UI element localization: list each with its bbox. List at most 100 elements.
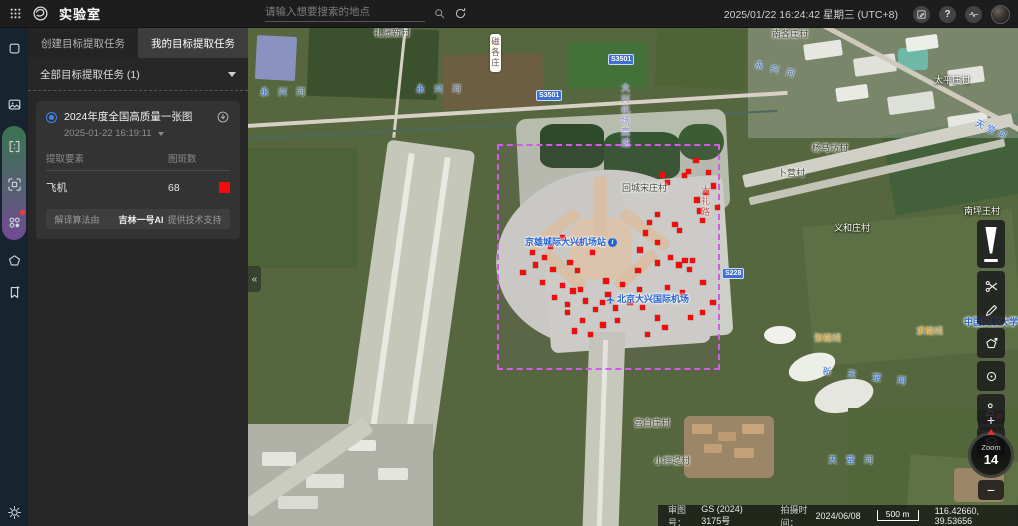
jilin1-logo-icon <box>103 214 114 225</box>
aircraft-detection-box <box>647 220 652 225</box>
sidebar-item-target-scan[interactable] <box>0 170 28 198</box>
aircraft-detection-box <box>700 218 705 223</box>
aircraft-detection-box <box>635 268 641 273</box>
terrain-patch <box>378 468 408 480</box>
refresh-icon[interactable] <box>454 7 467 20</box>
notification-badge <box>20 210 25 215</box>
aircraft-detection-box <box>687 267 692 272</box>
task-filter-label: 全部目标提取任务 (1) <box>40 67 140 82</box>
cursor-coordinates: 116.42660, 39.53656 <box>935 506 1008 526</box>
terrain-patch <box>704 444 722 453</box>
edit-note-icon <box>916 9 927 20</box>
search-input[interactable] <box>265 4 425 22</box>
aircraft-detection-box <box>533 262 538 268</box>
capture-time-value: 2024/06/08 <box>816 511 861 521</box>
task-filter-dropdown[interactable]: 全部目标提取任务 (1) <box>28 58 248 91</box>
aircraft-detection-box <box>665 285 670 290</box>
zoom-in-button[interactable]: + <box>978 410 1004 430</box>
aircraft-detection-box <box>677 228 682 233</box>
map-label: 张榆线 <box>814 334 841 343</box>
aircraft-detection-box <box>520 270 526 275</box>
target-scan-icon <box>7 177 22 192</box>
terrain-patch <box>654 28 747 90</box>
map-label: 北京大兴国际机场 <box>606 295 689 304</box>
swipe-wedge-icon <box>984 227 999 254</box>
terrain-patch <box>262 452 296 466</box>
app-logo-icon <box>32 5 49 22</box>
app-root: 实验室 2025/01/22 16:24:42 星期三 (UTC+8) ? 创建… <box>0 0 1018 526</box>
aircraft-detection-box <box>603 278 609 284</box>
aircraft-detection-box <box>668 255 673 260</box>
aircraft-detection-box <box>613 305 618 311</box>
apps-icon <box>7 41 22 56</box>
sidebar-item-gallery[interactable] <box>0 90 28 118</box>
app-grid-menu-icon[interactable] <box>9 7 22 20</box>
task-radio[interactable] <box>46 112 57 123</box>
satellite-map[interactable]: 礼贤新村南各庄村磁各庄S3501S3501S228永兴河永兴河永兴河大兴机场高速… <box>248 28 1018 526</box>
aircraft-detection-box <box>593 307 598 312</box>
aircraft-detection-box <box>565 310 570 315</box>
aircraft-detection-box <box>637 287 642 292</box>
aircraft-detection-box <box>688 315 693 320</box>
tab-create-task[interactable]: 创建目标提取任务 <box>28 28 138 58</box>
sidebar-item-bookmark-add[interactable] <box>0 278 28 306</box>
aircraft-detection-box <box>662 325 668 330</box>
map-label: 南坪王村 <box>964 207 1000 216</box>
user-avatar[interactable] <box>991 5 1010 24</box>
aircraft-detection-box <box>590 250 595 255</box>
aircraft-detection-box <box>710 300 716 305</box>
sidebar-item-settings-gear[interactable] <box>0 498 28 526</box>
map-label: 永兴河 <box>260 88 314 97</box>
map-label: S228 <box>722 268 744 279</box>
approval-number: GS (2024) 3175号 <box>701 504 764 526</box>
panel-tabs: 创建目标提取任务 我的目标提取任务 <box>28 28 248 58</box>
map-label: 太平庄村 <box>934 76 970 85</box>
chevron-down-icon <box>228 72 236 77</box>
gallery-icon <box>7 97 22 112</box>
draw-polygon-button[interactable] <box>978 331 1004 355</box>
aircraft-detection-box <box>643 230 648 236</box>
clip-scissors-button[interactable] <box>978 274 1004 298</box>
download-icon[interactable] <box>216 110 230 124</box>
sidebar-item-compare[interactable] <box>0 132 28 160</box>
map-label: 永兴河 <box>416 85 470 94</box>
chevron-down-icon[interactable] <box>158 132 164 136</box>
map-label: 磁各庄 <box>490 34 501 72</box>
zoom-label: Zoom <box>981 443 1000 452</box>
sidebar-item-cluster[interactable] <box>0 208 28 236</box>
aircraft-detection-box <box>711 183 716 189</box>
aircraft-detection-box <box>600 322 606 328</box>
aircraft-detection-box <box>655 260 660 266</box>
locate-button[interactable] <box>978 364 1004 388</box>
aircraft-detection-box <box>550 267 556 272</box>
measure-pencil-button[interactable] <box>978 298 1004 322</box>
zoom-indicator[interactable]: Zoom 14 <box>968 432 1014 478</box>
swipe-wedge-button[interactable] <box>978 223 1004 265</box>
activity-icon <box>968 9 979 20</box>
capture-time-label: 拍摄时间： <box>781 503 814 526</box>
zoom-out-button[interactable]: − <box>978 480 1004 500</box>
panel-collapse-handle[interactable]: « <box>248 266 261 292</box>
map-status-bar: 审图号： GS (2024) 3175号 拍摄时间： 2024/06/08 50… <box>658 505 1018 526</box>
search-icon[interactable] <box>433 7 446 20</box>
map-label: 卜营村 <box>778 169 805 178</box>
tab-my-tasks[interactable]: 我的目标提取任务 <box>138 28 248 58</box>
sidebar-item-polygon[interactable] <box>0 246 28 274</box>
aircraft-detection-box <box>655 315 660 321</box>
map-label: 回城宋庄村 <box>622 184 667 193</box>
edit-note-button[interactable] <box>913 6 930 23</box>
settings-gear-icon <box>7 505 22 520</box>
help-button[interactable]: ? <box>939 6 956 23</box>
map-tool-group <box>977 271 1005 325</box>
app-title: 实验室 <box>59 4 101 23</box>
activity-button[interactable] <box>965 6 982 23</box>
swipe-minus-icon <box>984 259 998 262</box>
aircraft-detection-box <box>580 318 585 323</box>
top-bar: 实验室 2025/01/22 16:24:42 星期三 (UTC+8) ? <box>0 0 1018 28</box>
map-tool-group <box>977 220 1005 268</box>
terrain-patch <box>742 424 764 434</box>
sidebar-item-apps[interactable] <box>0 34 28 62</box>
locate-icon <box>984 369 999 384</box>
map-label: 京雄城际大兴机场站i <box>525 238 617 247</box>
task-card[interactable]: 2024年度全国高质量一张图 2025-01-22 16:19:11 提取要素 … <box>36 101 240 239</box>
